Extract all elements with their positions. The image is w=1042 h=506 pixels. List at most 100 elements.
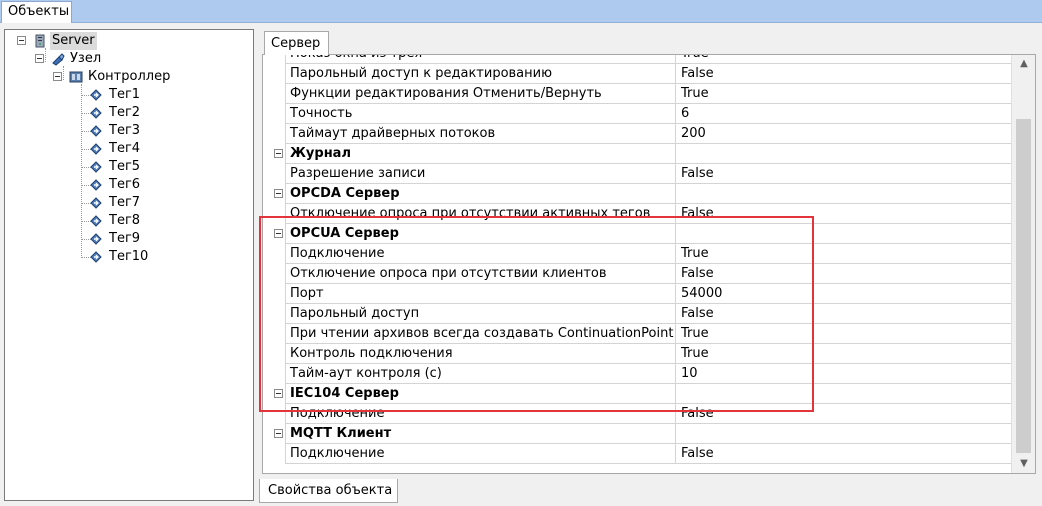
row-gutter — [272, 384, 286, 404]
property-row[interactable]: Функции редактирования Отменить/Вернуть T… — [272, 84, 1011, 104]
property-value[interactable]: False — [676, 304, 1011, 324]
property-value[interactable]: False — [676, 204, 1011, 224]
property-name: Подключение — [286, 404, 676, 424]
property-row[interactable]: Таймаут драйверных потоков 200 — [272, 124, 1011, 144]
property-value[interactable]: False — [676, 444, 1011, 464]
property-category-row[interactable]: IEC104 Сервер — [272, 384, 1011, 404]
row-gutter — [272, 164, 286, 184]
row-gutter — [272, 424, 286, 444]
property-category-row[interactable]: MQTT Клиент — [272, 424, 1011, 444]
tag-icon — [90, 179, 102, 191]
property-value[interactable]: True — [676, 55, 1011, 64]
property-grid[interactable]: Показ окна из треяTrueПарольный доступ к… — [262, 54, 1036, 474]
property-value[interactable]: False — [676, 264, 1011, 284]
property-row[interactable]: Парольный доступ к редактированию False — [272, 64, 1011, 84]
category-collapse-toggle[interactable] — [274, 429, 283, 438]
node-icon — [52, 53, 65, 66]
property-row[interactable]: При чтении архивов всегда создавать Cont… — [272, 324, 1011, 344]
tag-icon — [90, 89, 102, 101]
property-value[interactable]: False — [676, 164, 1011, 184]
property-value[interactable]: False — [676, 64, 1011, 84]
row-gutter — [272, 84, 286, 104]
property-row[interactable]: Порт 54000 — [272, 284, 1011, 304]
property-value[interactable]: True — [676, 244, 1011, 264]
property-row[interactable]: Подключение True — [272, 244, 1011, 264]
row-gutter — [272, 224, 286, 244]
property-name: Точность — [286, 104, 676, 124]
property-name: При чтении архивов всегда создавать Cont… — [286, 324, 676, 344]
property-row[interactable]: Точность 6 — [272, 104, 1011, 124]
property-category-row[interactable]: OPCUA Сервер — [272, 224, 1011, 244]
property-name: Парольный доступ к редактированию — [286, 64, 676, 84]
property-category-row[interactable]: Журнал — [272, 144, 1011, 164]
tag-icon — [90, 143, 102, 155]
scroll-down-arrow-icon[interactable]: ▼ — [1012, 455, 1035, 473]
tree-label: Тег10 — [109, 249, 149, 264]
property-category-row[interactable]: OPCDA Сервер — [272, 184, 1011, 204]
property-row[interactable]: Разрешение записи False — [272, 164, 1011, 184]
property-rows: Показ окна из треяTrueПарольный доступ к… — [272, 55, 1011, 464]
property-name: Отключение опроса при отсутствии клиенто… — [286, 264, 676, 284]
row-gutter — [272, 324, 286, 344]
property-row[interactable]: Контроль подключения True — [272, 344, 1011, 364]
collapse-toggle[interactable] — [17, 36, 26, 45]
property-value — [676, 144, 1011, 164]
property-value[interactable]: 6 — [676, 104, 1011, 124]
property-value — [676, 184, 1011, 204]
row-gutter — [272, 284, 286, 304]
property-grid-viewport: Показ окна из треяTrueПарольный доступ к… — [272, 55, 1011, 473]
property-value[interactable]: False — [676, 404, 1011, 424]
object-tree[interactable]: Server Узел Контроллер Тег1 Тег2 Тег3 Тег4 Т… — [4, 29, 254, 501]
row-gutter — [272, 124, 286, 144]
tree-label: Тег5 — [109, 159, 141, 174]
category-collapse-toggle[interactable] — [274, 189, 283, 198]
row-gutter — [272, 104, 286, 124]
property-row[interactable]: Тайм-аут контроля (с) 10 — [272, 364, 1011, 384]
property-row[interactable]: Подключение False — [272, 404, 1011, 424]
top-tab-strip: Объекты — [0, 0, 1042, 23]
row-gutter — [272, 204, 286, 224]
property-name: Парольный доступ — [286, 304, 676, 324]
scrollbar-thumb[interactable] — [1016, 119, 1031, 453]
tree-guide-line — [81, 84, 82, 258]
collapse-toggle[interactable] — [35, 54, 44, 63]
property-name: Отключение опроса при отсутствии активны… — [286, 204, 676, 224]
property-name: Подключение — [286, 444, 676, 464]
scroll-up-arrow-icon[interactable]: ▲ — [1012, 55, 1035, 73]
property-name: Показ окна из трея — [286, 55, 676, 64]
property-row[interactable]: Отключение опроса при отсутствии клиенто… — [272, 264, 1011, 284]
tag-icon — [90, 107, 102, 119]
tree-label: Тег6 — [109, 177, 141, 192]
property-value[interactable]: True — [676, 344, 1011, 364]
property-value[interactable]: 54000 — [676, 284, 1011, 304]
property-name: OPCUA Сервер — [286, 224, 676, 244]
property-row[interactable]: Показ окна из треяTrue — [272, 55, 1011, 64]
property-value[interactable]: 200 — [676, 124, 1011, 144]
property-name: Подключение — [286, 244, 676, 264]
vertical-scrollbar[interactable]: ▲ ▼ — [1011, 55, 1035, 473]
tab-server[interactable]: Сервер — [264, 31, 329, 55]
server-icon — [35, 34, 45, 48]
property-row[interactable]: Парольный доступ False — [272, 304, 1011, 324]
row-gutter — [272, 344, 286, 364]
tab-objects[interactable]: Объекты — [1, 1, 72, 23]
property-value — [676, 424, 1011, 444]
row-gutter — [272, 55, 286, 64]
tree-label: Тег3 — [109, 123, 141, 138]
property-value[interactable]: True — [676, 324, 1011, 344]
property-value[interactable]: 10 — [676, 364, 1011, 384]
category-collapse-toggle[interactable] — [274, 149, 283, 158]
tab-object-properties[interactable]: Свойства объекта — [259, 479, 398, 503]
property-row[interactable]: Отключение опроса при отсутствии активны… — [272, 204, 1011, 224]
category-collapse-toggle[interactable] — [274, 389, 283, 398]
property-name: IEC104 Сервер — [286, 384, 676, 404]
property-value[interactable]: True — [676, 84, 1011, 104]
tree-label: Тег8 — [109, 213, 141, 228]
property-row[interactable]: Подключение False — [272, 444, 1011, 464]
property-name: Разрешение записи — [286, 164, 676, 184]
category-collapse-toggle[interactable] — [274, 229, 283, 238]
tag-icon — [90, 233, 102, 245]
property-name: MQTT Клиент — [286, 424, 676, 444]
collapse-toggle[interactable] — [53, 72, 62, 81]
tree-label: Server — [50, 32, 97, 50]
